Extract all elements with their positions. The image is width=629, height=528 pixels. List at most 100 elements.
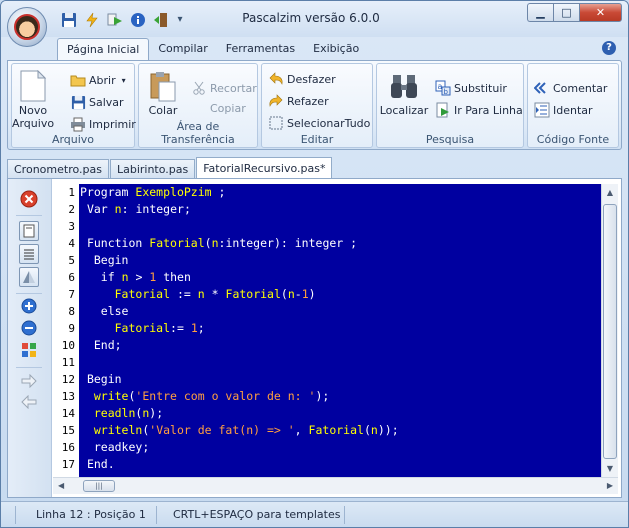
code-line[interactable]: write('Entre com o valor de n: '); — [79, 388, 601, 405]
scroll-up-arrow-icon[interactable]: ▲ — [602, 184, 618, 201]
code-line[interactable]: Function Fatorial(n:integer): integer ; — [79, 235, 601, 252]
group-arquivo: Novo Arquivo Abrir ▾ Salvar Imprimir Arq… — [11, 63, 136, 148]
group-label-arquivo: Arquivo — [51, 133, 95, 146]
tab-compilar[interactable]: Compilar — [149, 38, 216, 61]
tab-pagina-inicial[interactable]: Página Inicial — [57, 38, 150, 61]
code-line[interactable]: Var n: integer; — [79, 201, 601, 218]
close-button[interactable]: ✕ — [579, 3, 622, 22]
forward-button[interactable] — [19, 371, 39, 391]
code-line[interactable]: else — [79, 303, 601, 320]
arrow-right-icon — [21, 374, 37, 388]
toggle-split-button[interactable] — [19, 267, 39, 287]
cut-button[interactable]: Recortar — [191, 80, 257, 96]
zoom-in-button[interactable] — [19, 296, 39, 316]
code-line[interactable]: Fatorial:= 1; — [79, 320, 601, 337]
scroll-right-arrow-icon[interactable]: ▶ — [607, 481, 613, 490]
line-numbers-icon — [24, 249, 34, 260]
code-editor[interactable]: Program ExemploPzim ; Var n: integer; Fu… — [79, 184, 601, 477]
redo-label: Refazer — [287, 94, 329, 108]
toggle-document-view-button[interactable] — [19, 221, 39, 241]
comment-button[interactable]: Comentar — [534, 80, 607, 96]
lightning-run-icon[interactable] — [82, 10, 101, 29]
goto-line-button[interactable]: Ir Para Linha — [435, 102, 523, 118]
quick-access-dropdown[interactable]: ▾ — [174, 10, 186, 29]
code-line[interactable]: End. — [79, 456, 601, 473]
code-line[interactable]: Begin — [79, 371, 601, 388]
back-button[interactable] — [19, 392, 39, 412]
group-editar: Desfazer Refazer SelecionarTudo Editar — [261, 63, 373, 148]
svg-text:b: b — [444, 88, 449, 96]
folder-icon — [70, 72, 86, 88]
comment-label: Comentar — [553, 81, 608, 95]
line-number: 12 — [61, 373, 75, 386]
line-number: 17 — [61, 458, 75, 471]
redo-button[interactable]: Refazer — [268, 93, 329, 109]
new-file-icon — [17, 70, 49, 102]
maximize-button[interactable]: □ — [553, 3, 579, 22]
cursor-position: Linha 12 : Posição 1 — [36, 508, 146, 521]
vertical-scroll-thumb[interactable] — [603, 204, 617, 459]
side-toolbar-separator — [16, 293, 42, 294]
status-divider — [15, 506, 16, 524]
find-button[interactable]: Localizar — [380, 70, 428, 117]
doc-tab-cronometro[interactable]: Cronometro.pas — [7, 159, 109, 179]
line-number: 15 — [61, 424, 75, 437]
save-button[interactable]: Salvar — [70, 94, 124, 110]
group-label-codigo-fonte: Código Fonte — [536, 133, 610, 146]
compile-icon[interactable] — [105, 10, 124, 29]
info-icon[interactable] — [128, 10, 147, 29]
new-file-button[interactable]: Novo Arquivo — [12, 70, 54, 130]
group-label-pesquisa: Pesquisa — [425, 133, 475, 146]
vertical-scrollbar[interactable]: ▲ ▼ — [601, 184, 618, 477]
split-view-icon — [23, 271, 35, 283]
tab-exibicao[interactable]: Exibição — [304, 38, 368, 61]
line-number: 14 — [61, 407, 75, 420]
code-line[interactable]: End; — [79, 337, 601, 354]
line-number: 5 — [68, 254, 75, 267]
paste-label: Colar — [148, 104, 178, 117]
copy-button[interactable]: Copiar — [210, 102, 246, 115]
side-toolbar-separator — [16, 215, 42, 216]
undo-button[interactable]: Desfazer — [268, 71, 336, 87]
tab-ferramentas[interactable]: Ferramentas — [217, 38, 304, 61]
help-icon[interactable]: ? — [602, 41, 616, 55]
code-line[interactable]: writeln('Valor de fat(n) => ', Fatorial(… — [79, 422, 601, 439]
horizontal-scrollbar[interactable]: ◀ ||| ▶ — [53, 477, 618, 494]
horizontal-scroll-thumb[interactable]: ||| — [83, 480, 115, 492]
exit-icon[interactable] — [151, 10, 170, 29]
open-button[interactable]: Abrir ▾ — [70, 72, 126, 88]
toggle-line-numbers-button[interactable] — [19, 244, 39, 264]
color-palette-icon — [22, 343, 36, 357]
code-line[interactable]: Program ExemploPzim ; — [79, 184, 601, 201]
app-window: ▾ Pascalzim versão 6.0.0 ▁ □ ✕ Página In… — [0, 0, 629, 528]
print-button[interactable]: Imprimir — [70, 116, 136, 132]
scroll-left-arrow-icon[interactable]: ◀ — [58, 481, 64, 490]
app-menu-button[interactable] — [7, 7, 47, 47]
replace-button[interactable]: ab Substituir — [435, 80, 507, 96]
paste-button[interactable]: Colar — [145, 70, 181, 117]
doc-tab-labirinto[interactable]: Labirinto.pas — [109, 159, 196, 179]
scroll-down-arrow-icon[interactable]: ▼ — [602, 460, 618, 477]
minimize-button[interactable]: ▁ — [527, 3, 553, 22]
code-line[interactable]: readln(n); — [79, 405, 601, 422]
code-line[interactable] — [79, 218, 601, 235]
zoom-out-button[interactable] — [19, 318, 39, 338]
select-all-button[interactable]: SelecionarTudo — [268, 115, 370, 131]
save-icon[interactable] — [59, 10, 78, 29]
line-number: 7 — [68, 288, 75, 301]
doc-tab-fatorial-recursivo[interactable]: FatorialRecursivo.pas* — [196, 157, 333, 179]
code-line[interactable]: Begin — [79, 252, 601, 269]
status-bar: Linha 12 : Posição 1 CRTL+ESPAÇO para te… — [1, 501, 628, 527]
code-line[interactable]: if n > 1 then — [79, 269, 601, 286]
ribbon-tabs: Página Inicial Compilar Ferramentas Exib… — [57, 38, 368, 61]
line-number: 16 — [61, 441, 75, 454]
close-document-button[interactable] — [19, 189, 39, 209]
undo-label: Desfazer — [287, 72, 336, 86]
code-line[interactable]: Fatorial := n * Fatorial(n-1) — [79, 286, 601, 303]
code-line[interactable] — [79, 354, 601, 371]
select-all-icon — [268, 115, 284, 131]
code-line[interactable]: readkey; — [79, 439, 601, 456]
indent-button[interactable]: Identar — [534, 102, 593, 118]
color-scheme-button[interactable] — [19, 340, 39, 360]
undo-icon — [268, 71, 284, 87]
